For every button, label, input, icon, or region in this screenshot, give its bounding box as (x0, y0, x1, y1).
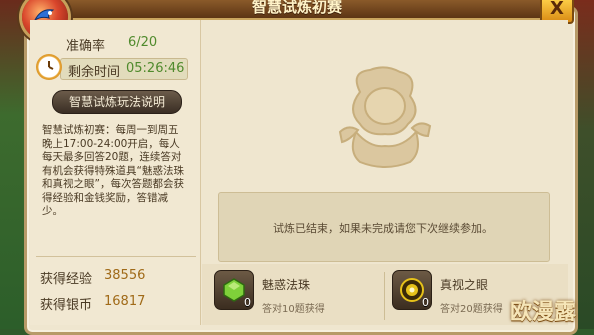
time-label: 剩余时间 (68, 65, 121, 80)
reward-name: 真视之眼 (440, 278, 489, 292)
clock-icon (36, 54, 62, 80)
divider (36, 256, 196, 257)
rules-description: 智慧试炼初赛：每周一到周五晚上17:00-24:00开启，每人每天最多回答20题… (42, 124, 184, 217)
reward-count: 0 (422, 296, 429, 309)
accuracy-label: 准确率 (66, 39, 106, 54)
reward-condition: 答对10题获得 (262, 304, 325, 315)
reward-divider (384, 272, 385, 320)
reward-condition: 答对20题获得 (440, 304, 503, 315)
character-portrait-icon (338, 66, 432, 168)
silver-value: 16817 (104, 294, 146, 309)
time-value: 05:26:46 (126, 61, 185, 76)
dialog-title: 智慧试炼初赛 (251, 0, 342, 16)
rules-button[interactable]: 智慧试炼玩法说明 (52, 90, 182, 114)
exp-value: 38556 (104, 268, 146, 283)
status-message: 试炼已结束，如果未完成请您下次继续参加。 (273, 222, 493, 235)
accuracy-value: 6/20 (128, 35, 158, 50)
reward-count: 0 (244, 296, 251, 309)
watermark: 欧漫露 (510, 300, 577, 325)
exp-label: 获得经验 (40, 272, 93, 287)
reward-name: 魅惑法珠 (262, 278, 311, 292)
silver-label: 获得银币 (40, 298, 93, 313)
